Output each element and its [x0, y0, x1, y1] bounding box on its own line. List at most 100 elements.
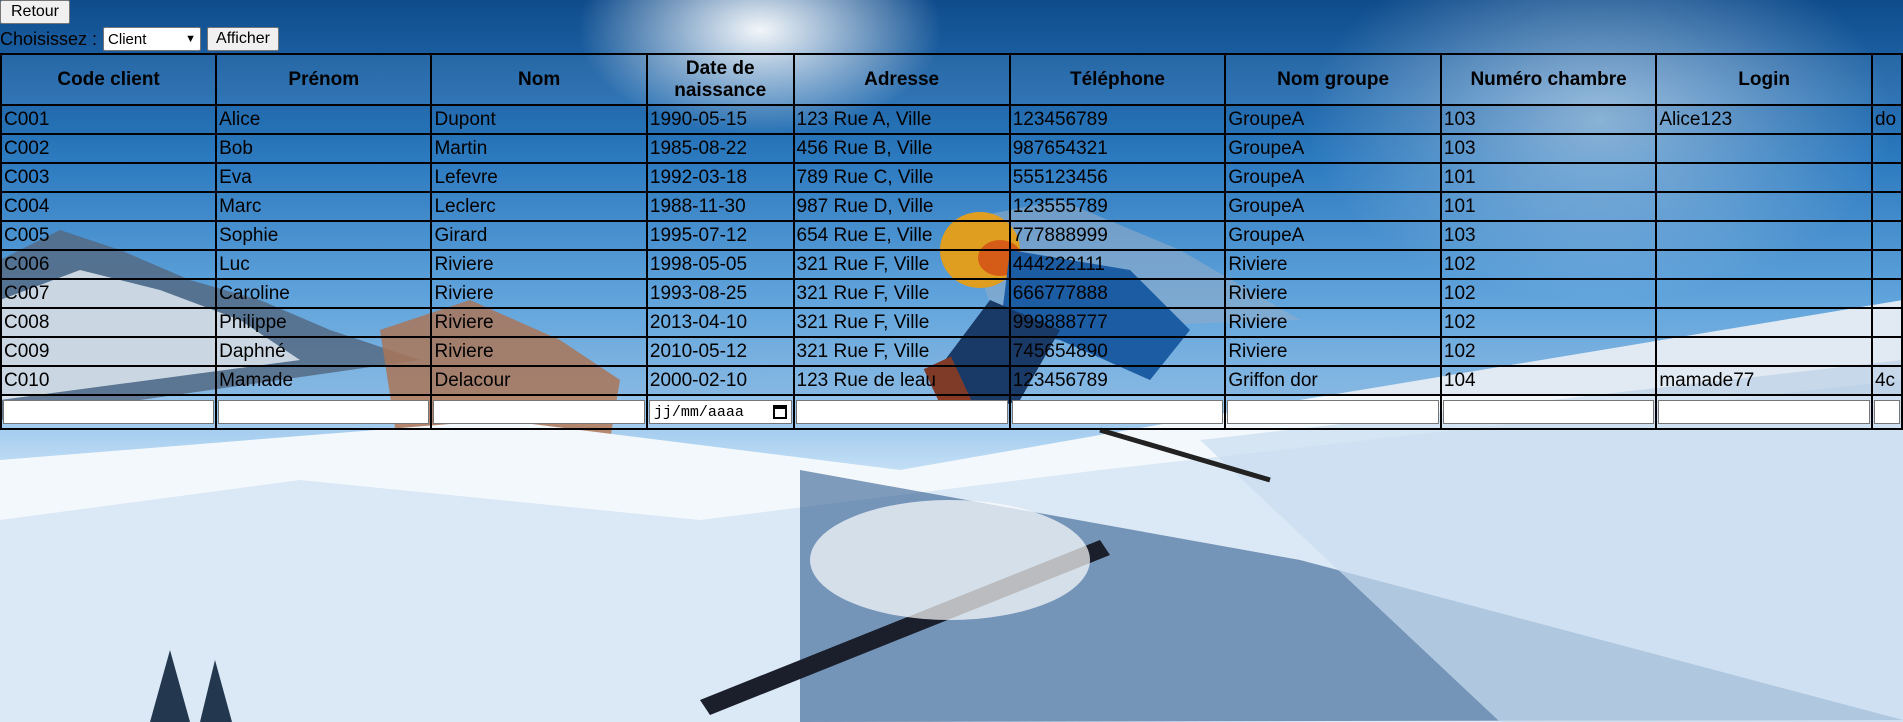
table-cell: C009: [0, 336, 218, 367]
input-cell: jj/mm/aaaa: [645, 394, 795, 430]
table-cell: C001: [0, 104, 218, 135]
table-cell: 1988-11-30: [645, 191, 795, 222]
column-header: Nom groupe: [1224, 53, 1442, 106]
table-cell: Riviere: [430, 249, 648, 280]
table-cell: Riviere: [1224, 336, 1442, 367]
column-header: Adresse: [792, 53, 1011, 106]
table-cell: [1655, 220, 1873, 251]
table-cell: [1870, 336, 1903, 367]
field-input[interactable]: [1442, 400, 1655, 424]
table-cell: 789 Rue C, Ville: [792, 162, 1011, 193]
calendar-icon[interactable]: [772, 405, 787, 419]
table-cell: Riviere: [430, 336, 648, 367]
table-cell: 103: [1439, 133, 1658, 164]
table-header-row: Code client Prénom Nom Date de naissance Adr…: [0, 53, 1903, 106]
table-cell: 101: [1439, 162, 1658, 193]
table-cell: [1870, 133, 1903, 164]
table-cell: 103: [1439, 220, 1658, 251]
table-cell: 103: [1439, 104, 1658, 135]
table-cell: [1655, 133, 1873, 164]
table-cell: C008: [0, 307, 218, 338]
table-row: C007 Caroline Riviere 1993-08-25 321 Rue F, …: [0, 278, 1903, 309]
table-row: C003 Eva Lefevre 1992-03-18 789 Rue C, Ville…: [0, 162, 1903, 193]
table-cell: C007: [0, 278, 218, 309]
choose-label: Choisissez :: [0, 28, 98, 49]
column-header: Date de naissance: [645, 53, 795, 106]
table-cell: 102: [1439, 278, 1658, 309]
back-button[interactable]: Retour: [0, 0, 70, 24]
input-cell: [430, 394, 648, 430]
table-cell: Alice: [215, 104, 433, 135]
table-cell: Delacour: [430, 365, 648, 396]
field-input[interactable]: [1227, 400, 1439, 424]
field-input[interactable]: [218, 400, 430, 424]
client-table: Code client Prénom Nom Date de naissance Adr…: [0, 53, 1903, 430]
table-cell: Riviere: [430, 278, 648, 309]
field-input[interactable]: [433, 400, 645, 424]
table-cell: Leclerc: [430, 191, 648, 222]
table-cell: GroupeA: [1224, 220, 1442, 251]
field-input[interactable]: [1011, 400, 1224, 424]
table-cell: Alice123: [1655, 104, 1873, 135]
table-cell: 321 Rue F, Ville: [792, 278, 1011, 309]
table-row: C005 Sophie Girard 1995-07-12 654 Rue E, Vil…: [0, 220, 1903, 251]
column-header: Numéro chambre: [1439, 53, 1658, 106]
table-cell: 745654890: [1008, 336, 1227, 367]
table-cell: GroupeA: [1224, 133, 1442, 164]
field-input[interactable]: [795, 400, 1008, 424]
date-placeholder: jj/mm/aaaa: [653, 403, 744, 421]
table-row: C004 Marc Leclerc 1988-11-30 987 Rue D, Vill…: [0, 191, 1903, 222]
table-cell: 123 Rue de leau: [792, 365, 1011, 396]
table-cell: GroupeA: [1224, 104, 1442, 135]
table-cell: Daphné: [215, 336, 433, 367]
table-cell: 1992-03-18: [645, 162, 795, 193]
table-cell: [1870, 162, 1903, 193]
client-table-container: Code client Prénom Nom Date de naissance Adr…: [0, 53, 1903, 430]
table-cell: 1998-05-05: [645, 249, 795, 280]
show-button[interactable]: Afficher: [207, 27, 279, 51]
table-cell: C006: [0, 249, 218, 280]
table-cell: Riviere: [1224, 278, 1442, 309]
table-cell: 1995-07-12: [645, 220, 795, 251]
table-cell: 104: [1439, 365, 1658, 396]
table-cell: 2010-05-12: [645, 336, 795, 367]
table-cell: 102: [1439, 336, 1658, 367]
table-cell: Eva: [215, 162, 433, 193]
table-cell: [1655, 307, 1873, 338]
table-row: C002 Bob Martin 1985-08-22 456 Rue B, Ville 9…: [0, 133, 1903, 164]
table-row: C006 Luc Riviere 1998-05-05 321 Rue F, Ville…: [0, 249, 1903, 280]
column-header: [1870, 53, 1903, 106]
table-cell: 123456789: [1008, 104, 1227, 135]
table-cell: mamade77: [1655, 365, 1873, 396]
table-cell: [1655, 249, 1873, 280]
input-cell: [1008, 394, 1227, 430]
table-cell: 987 Rue D, Ville: [792, 191, 1011, 222]
table-cell: 1993-08-25: [645, 278, 795, 309]
table-cell: do: [1870, 104, 1903, 135]
table-cell: Riviere: [1224, 307, 1442, 338]
table-cell: Martin: [430, 133, 648, 164]
table-cell: 102: [1439, 249, 1658, 280]
table-select-value: Client: [108, 30, 147, 48]
table-cell: Sophie: [215, 220, 433, 251]
table-cell: [1870, 249, 1903, 280]
field-input[interactable]: [3, 400, 215, 424]
field-input[interactable]: [1873, 400, 1900, 424]
table-row: C008 Philippe Riviere 2013-04-10 321 Rue F, …: [0, 307, 1903, 338]
table-cell: Luc: [215, 249, 433, 280]
input-cell: [1870, 394, 1903, 430]
table-cell: GroupeA: [1224, 162, 1442, 193]
table-cell: [1655, 191, 1873, 222]
field-input[interactable]: [1658, 400, 1870, 424]
table-cell: C003: [0, 162, 218, 193]
table-cell: 2013-04-10: [645, 307, 795, 338]
table-cell: 321 Rue F, Ville: [792, 336, 1011, 367]
table-cell: Mamade: [215, 365, 433, 396]
birthdate-input[interactable]: jj/mm/aaaa: [648, 400, 792, 424]
table-cell: 654 Rue E, Ville: [792, 220, 1011, 251]
table-cell: Caroline: [215, 278, 433, 309]
table-cell: 102: [1439, 307, 1658, 338]
table-select[interactable]: Client ▼: [103, 27, 202, 51]
table-cell: [1870, 220, 1903, 251]
column-header: Prénom: [215, 53, 433, 106]
